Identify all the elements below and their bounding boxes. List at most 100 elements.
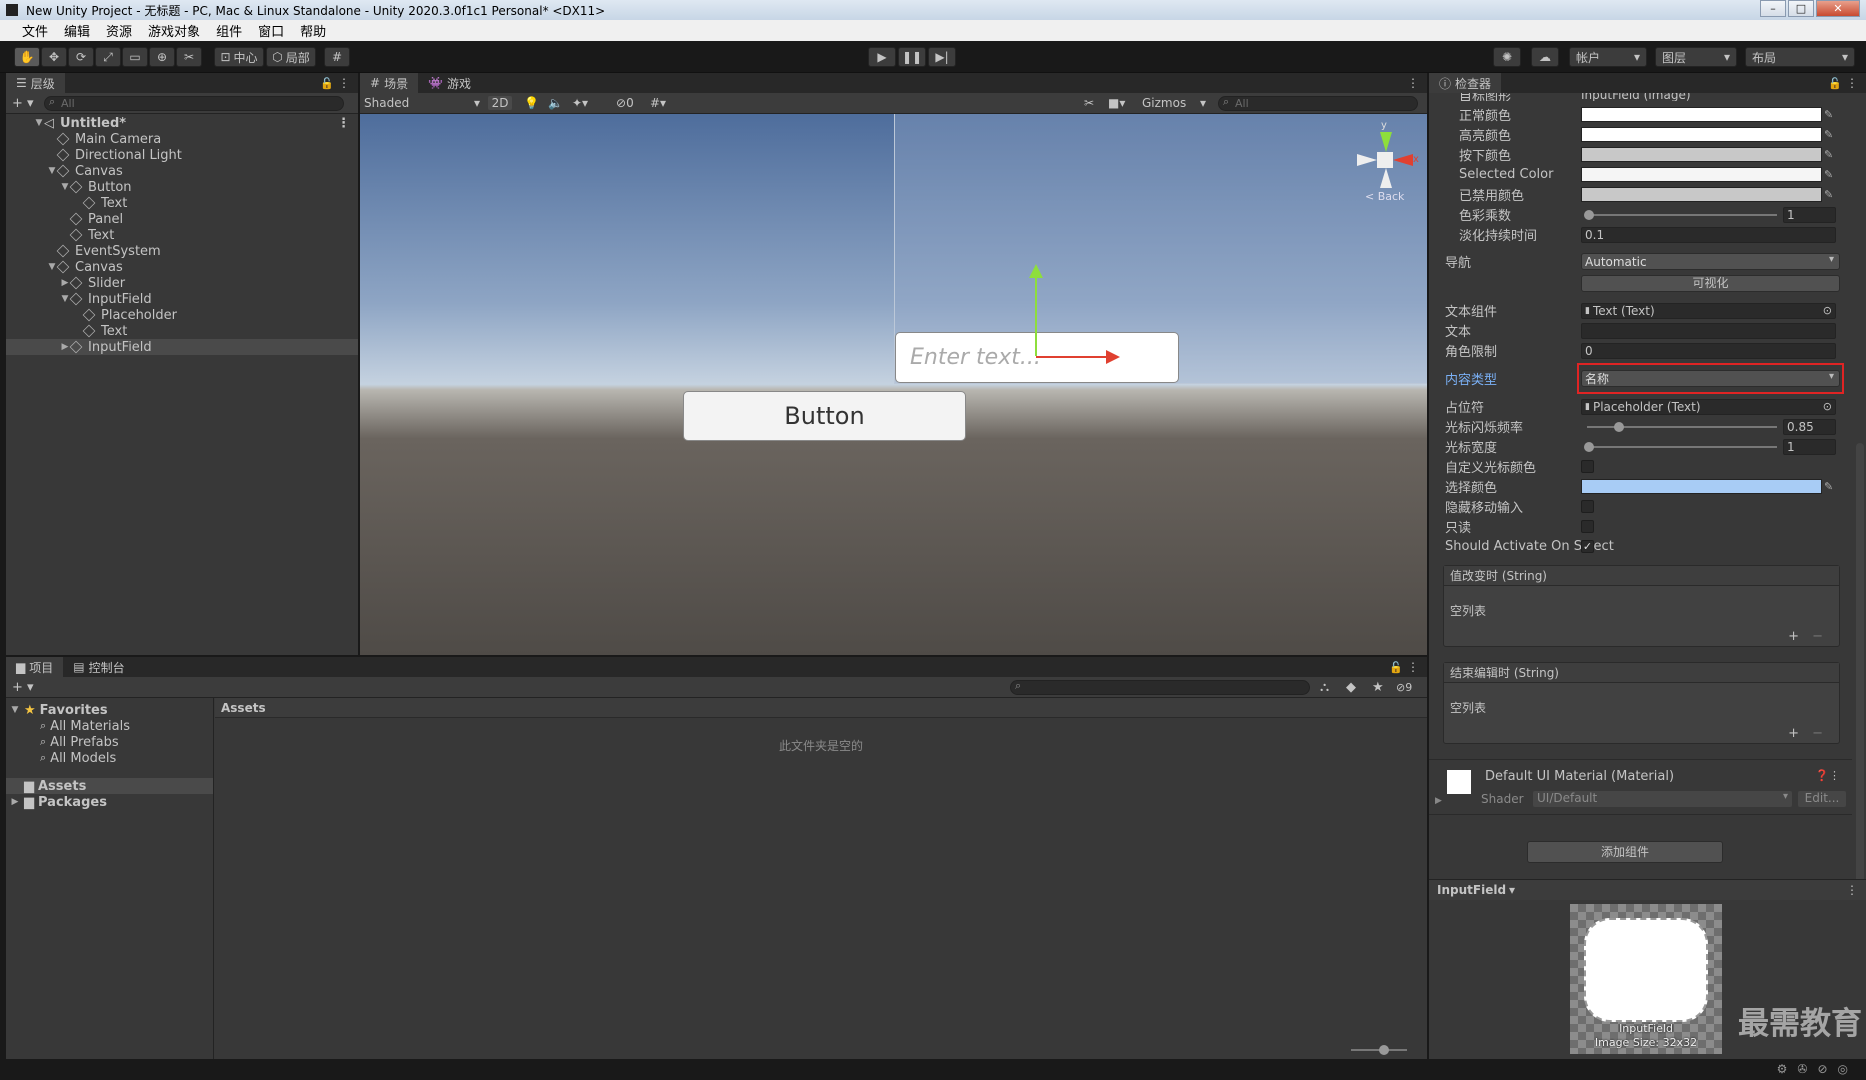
cloud-icon[interactable]: ☁ xyxy=(1531,47,1559,67)
zoom-slider[interactable] xyxy=(1351,1045,1407,1055)
hierarchy-search-input[interactable]: All xyxy=(44,95,344,111)
hierarchy-item[interactable]: Panel xyxy=(6,211,358,227)
disabled-color-field[interactable] xyxy=(1581,187,1822,202)
preview-header[interactable]: InputField ▾ ⋮ xyxy=(1429,880,1866,900)
inspector-scrollbar[interactable] xyxy=(1856,443,1864,883)
tree-all-materials[interactable]: ⌕ All Materials xyxy=(6,718,213,734)
expand-arrow-icon[interactable]: ▼ xyxy=(47,166,57,176)
pause-button[interactable]: ❚❚ xyxy=(898,47,926,67)
grid-icon[interactable]: #▾ xyxy=(650,96,666,110)
menu-file[interactable]: 文件 xyxy=(14,21,56,40)
account-dropdown[interactable]: 帐户 ▾ xyxy=(1569,47,1647,67)
tree-all-models[interactable]: ⌕ All Models xyxy=(6,750,213,766)
hierarchy-item[interactable]: Text xyxy=(6,227,358,243)
hierarchy-item[interactable]: ▼ Canvas xyxy=(6,259,358,275)
custom-caret-checkbox[interactable] xyxy=(1581,460,1594,473)
text-field[interactable] xyxy=(1581,322,1836,339)
move-gizmo-x-arrow[interactable] xyxy=(1106,350,1120,364)
hierarchy-item[interactable]: ▼ Canvas xyxy=(6,163,358,179)
scene-viewport[interactable]: Enter text... Button y x < Back xyxy=(360,114,1427,655)
read-only-checkbox[interactable] xyxy=(1581,520,1594,533)
color-multiplier-field[interactable]: 1 xyxy=(1783,206,1836,223)
move-gizmo-x-axis[interactable] xyxy=(1036,356,1108,358)
color-multiplier-slider[interactable] xyxy=(1584,210,1777,220)
expand-arrow-icon[interactable]: ▼ xyxy=(47,262,57,272)
expand-arrow-icon[interactable]: ▼ xyxy=(34,118,44,128)
more-options-icon[interactable]: ⋮ xyxy=(1846,76,1858,90)
move-gizmo-y-axis[interactable] xyxy=(1035,272,1037,356)
create-button[interactable]: + ▾ xyxy=(12,680,34,695)
pressed-color-field[interactable] xyxy=(1581,147,1822,162)
menu-edit[interactable]: 编辑 xyxy=(56,21,98,40)
tree-assets[interactable]: ▆ Assets xyxy=(6,778,213,794)
fade-duration-field[interactable]: 0.1 xyxy=(1581,226,1836,243)
lock-icon[interactable]: 🔓 xyxy=(1828,77,1842,90)
scale-tool-icon[interactable]: ⤢ xyxy=(95,47,121,67)
add-component-button[interactable]: 添加组件 xyxy=(1527,841,1723,863)
normal-color-field[interactable] xyxy=(1581,107,1822,122)
hierarchy-item[interactable]: ▼ ◁ Untitled* ⋮ xyxy=(6,115,358,131)
remove-listener-button[interactable]: − xyxy=(1812,726,1823,741)
eyedropper-icon[interactable]: ✎ xyxy=(1824,128,1836,141)
tab-scene[interactable]: # 场景 xyxy=(360,73,419,93)
object-picker-icon[interactable]: ⊙ xyxy=(1823,400,1832,413)
menu-component[interactable]: 组件 xyxy=(208,21,250,40)
custom-tool-icon[interactable]: ✂ xyxy=(176,47,202,67)
tree-packages[interactable]: ▶ ▆ Packages xyxy=(6,794,213,810)
hidden-objects-icon[interactable]: ⊘0 xyxy=(616,96,634,110)
zoom-slider-knob[interactable] xyxy=(1379,1045,1389,1055)
eyedropper-icon[interactable]: ✎ xyxy=(1824,168,1836,181)
selected-color-field[interactable] xyxy=(1581,167,1822,182)
placeholder-field[interactable]: ▮ Placeholder (Text) ⊙ xyxy=(1581,398,1836,415)
tree-favorites[interactable]: ▼ ★ Favorites xyxy=(6,702,213,718)
lighting-icon[interactable]: 💡 xyxy=(524,96,539,110)
visualize-button[interactable]: 可视化 xyxy=(1581,275,1840,292)
more-options-icon[interactable]: ⋮ xyxy=(1846,883,1858,897)
audio-icon[interactable]: 🔈 xyxy=(548,96,563,110)
hand-tool-icon[interactable]: ✋ xyxy=(14,47,40,67)
char-limit-field[interactable]: 0 xyxy=(1581,342,1836,359)
minimize-button[interactable]: – xyxy=(1760,0,1786,17)
navigation-dropdown[interactable]: Automatic xyxy=(1581,253,1840,270)
favorite-star-icon[interactable]: ★ xyxy=(1372,680,1384,695)
camera-icon[interactable]: ■▾ xyxy=(1108,96,1125,110)
breadcrumb[interactable]: Assets xyxy=(215,698,1427,718)
menu-window[interactable]: 窗口 xyxy=(250,21,292,40)
step-button[interactable]: ▶| xyxy=(928,47,956,67)
hierarchy-item[interactable]: Text xyxy=(6,323,358,339)
highlight-color-field[interactable] xyxy=(1581,127,1822,142)
tab-inspector[interactable]: ⓘ 检查器 xyxy=(1429,73,1502,93)
hierarchy-item[interactable]: Main Camera xyxy=(6,131,358,147)
caret-blink-slider[interactable] xyxy=(1587,422,1777,432)
menu-assets[interactable]: 资源 xyxy=(98,21,140,40)
rect-tool-icon[interactable]: ▭ xyxy=(122,47,148,67)
layers-dropdown[interactable]: 图层 ▾ xyxy=(1655,47,1737,67)
close-button[interactable]: ✕ xyxy=(1816,0,1860,17)
eyedropper-icon[interactable]: ✎ xyxy=(1824,480,1836,493)
hierarchy-item[interactable]: Text xyxy=(6,195,358,211)
hierarchy-item[interactable]: ▶ Slider xyxy=(6,275,358,291)
expand-arrow-icon[interactable]: ▶ xyxy=(60,342,70,352)
layout-dropdown[interactable]: 布局 ▾ xyxy=(1745,47,1855,67)
tab-project[interactable]: ▆ 项目 xyxy=(6,657,64,677)
lock-icon[interactable]: 🔓 xyxy=(1389,661,1403,674)
eyedropper-icon[interactable]: ✎ xyxy=(1824,148,1836,161)
expand-arrow-icon[interactable]: ▶ xyxy=(1435,796,1442,806)
hidden-packages-icon[interactable]: ⊘9 xyxy=(1396,681,1412,694)
tree-all-prefabs[interactable]: ⌕ All Prefabs xyxy=(6,734,213,750)
create-button[interactable]: + ▾ xyxy=(12,96,38,111)
play-button[interactable]: ▶ xyxy=(868,47,896,67)
project-search-input[interactable] xyxy=(1010,679,1310,695)
scene-search-input[interactable]: All xyxy=(1218,95,1418,111)
more-options-icon[interactable]: ⋮ xyxy=(338,76,350,90)
help-icon[interactable]: ❓⋮ xyxy=(1815,769,1840,782)
slider-knob[interactable] xyxy=(1584,442,1594,452)
expand-arrow-icon[interactable]: ▶ xyxy=(60,278,70,288)
gizmos-dropdown[interactable]: Gizmos ▾ xyxy=(1142,96,1206,110)
shading-mode-dropdown[interactable]: Shaded ▾ xyxy=(364,96,480,110)
tab-game[interactable]: 👾 游戏 xyxy=(418,73,481,93)
tab-hierarchy[interactable]: ☰ 层级 xyxy=(6,73,65,93)
hierarchy-item[interactable]: ▶ InputField xyxy=(6,339,358,355)
text-component-field[interactable]: ▮ Text (Text) ⊙ xyxy=(1581,302,1836,319)
pivot-local-button[interactable]: ⬡ 局部 xyxy=(266,47,316,67)
